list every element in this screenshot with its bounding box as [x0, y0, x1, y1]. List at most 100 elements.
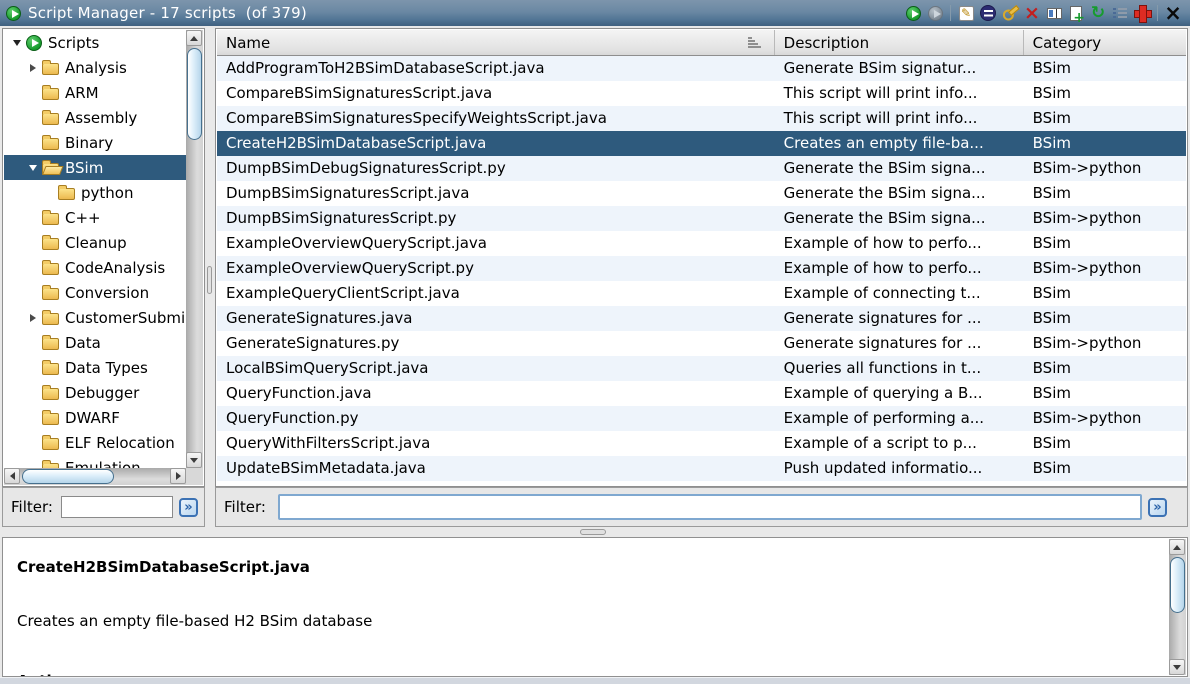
assign-key-binding-button[interactable]: [999, 2, 1021, 24]
column-label: Description: [784, 34, 869, 52]
table-row[interactable]: QueryFunction.py Example of performing a…: [217, 406, 1186, 431]
tree-item[interactable]: python: [4, 180, 186, 205]
cell-description: Creates an empty file-ba...: [775, 131, 1024, 156]
scroll-up-button[interactable]: [1169, 539, 1185, 555]
column-header-name[interactable]: Name: [217, 30, 775, 55]
detail-splitter[interactable]: [0, 527, 1190, 537]
tree-item[interactable]: ELF Relocation: [4, 430, 186, 455]
tree-item-label: Scripts: [48, 34, 99, 52]
close-window-button[interactable]: ×: [1162, 2, 1184, 24]
tree-item[interactable]: Scripts: [4, 30, 186, 55]
refresh-script-list-button[interactable]: ↻: [1087, 2, 1109, 24]
edit-in-eclipse-button[interactable]: [977, 2, 999, 24]
tree-item[interactable]: ARM: [4, 80, 186, 105]
tree-item[interactable]: Conversion: [4, 280, 186, 305]
tree-item-label: Conversion: [65, 284, 149, 302]
scrollbar-thumb[interactable]: [22, 469, 114, 484]
tree-item[interactable]: Emulation: [4, 455, 186, 468]
tree-filter-label: Filter:: [11, 498, 53, 516]
script-description-panel: CreateH2BSimDatabaseScript.java Creates …: [2, 537, 1188, 677]
table-row[interactable]: UpdateBSimMetadata.java Push updated inf…: [217, 456, 1186, 481]
detail-vertical-scrollbar[interactable]: [1169, 539, 1186, 675]
tree-item[interactable]: DWARF: [4, 405, 186, 430]
table-row[interactable]: ExampleQueryClientScript.java Example of…: [217, 281, 1186, 306]
splitter-handle[interactable]: [207, 266, 212, 294]
table-row[interactable]: LocalBSimQueryScript.java Queries all fu…: [217, 356, 1186, 381]
ghidra-api-help-button[interactable]: [1131, 2, 1153, 24]
tree-item[interactable]: Cleanup: [4, 230, 186, 255]
table-row[interactable]: AddProgramToH2BSimDatabaseScript.java Ge…: [217, 56, 1186, 81]
detail-script-name: CreateH2BSimDatabaseScript.java: [17, 558, 310, 576]
cell-description: Example of performing a...: [775, 406, 1024, 431]
tree-horizontal-scrollbar[interactable]: [4, 468, 186, 485]
table-row[interactable]: GenerateSignatures.py Generate signature…: [217, 331, 1186, 356]
table-row[interactable]: ExampleOverviewQueryScript.py Example of…: [217, 256, 1186, 281]
tree-item[interactable]: BSim: [4, 155, 186, 180]
tree-filter-bar: Filter: »: [2, 487, 205, 527]
column-header-category[interactable]: Category: [1024, 30, 1186, 55]
table-row[interactable]: CreateH2BSimDatabaseScript.java Creates …: [217, 131, 1186, 156]
scroll-down-button[interactable]: [186, 452, 202, 468]
cell-category: BSim: [1024, 381, 1186, 406]
tree-item[interactable]: Analysis: [4, 55, 186, 80]
folder-icon: [42, 413, 59, 425]
cell-category: BSim->python: [1024, 331, 1186, 356]
expand-arrow-icon[interactable]: [26, 314, 40, 322]
delete-script-button[interactable]: ×: [1021, 2, 1043, 24]
table-header: Name Description Category: [217, 30, 1186, 56]
cell-name: GenerateSignatures.py: [217, 331, 775, 356]
table-row[interactable]: DumpBSimSignaturesScript.java Generate t…: [217, 181, 1186, 206]
table-row[interactable]: QueryFunction.java Example of querying a…: [217, 381, 1186, 406]
column-header-description[interactable]: Description: [775, 30, 1024, 55]
new-script-button[interactable]: [1065, 2, 1087, 24]
table-row[interactable]: QueryWithFiltersScript.java Example of a…: [217, 431, 1186, 456]
cell-category: BSim: [1024, 231, 1186, 256]
tree-item-label: C++: [65, 209, 101, 227]
scroll-left-button[interactable]: [4, 468, 20, 484]
tree-item[interactable]: Debugger: [4, 380, 186, 405]
tree-filter-options-icon[interactable]: »: [179, 498, 198, 517]
detail-script-description: Creates an empty file-based H2 BSim data…: [17, 612, 372, 630]
scrollbar-thumb[interactable]: [1170, 557, 1185, 613]
cell-category: BSim: [1024, 81, 1186, 106]
folder-icon: [58, 188, 75, 200]
expand-arrow-icon[interactable]: [10, 40, 24, 46]
tree-item-label: DWARF: [65, 409, 120, 427]
table-row[interactable]: ExampleOverviewQueryScript.java Example …: [217, 231, 1186, 256]
tree-item-label: BSim: [65, 159, 103, 177]
cell-name: CompareBSimSignaturesScript.java: [217, 81, 775, 106]
tree-item[interactable]: Assembly: [4, 105, 186, 130]
scroll-up-button[interactable]: [186, 30, 202, 46]
splitter-handle[interactable]: [580, 529, 606, 535]
tree-table-splitter[interactable]: [205, 28, 215, 527]
table-filter-options-icon[interactable]: »: [1148, 498, 1167, 517]
tree-item[interactable]: Data: [4, 330, 186, 355]
run-script-button[interactable]: [902, 2, 924, 24]
expand-arrow-icon[interactable]: [26, 64, 40, 72]
edit-script-button[interactable]: ✎: [955, 2, 977, 24]
table-row[interactable]: DumpBSimDebugSignaturesScript.py Generat…: [217, 156, 1186, 181]
table-row[interactable]: CompareBSimSignaturesScript.java This sc…: [217, 81, 1186, 106]
tree-vertical-scrollbar[interactable]: [186, 30, 203, 468]
scroll-down-button[interactable]: [1169, 659, 1185, 675]
tree-item[interactable]: CustomerSubmission: [4, 305, 186, 330]
rename-script-button[interactable]: [1043, 2, 1065, 24]
table-row[interactable]: GenerateSignatures.java Generate signatu…: [217, 306, 1186, 331]
table-row[interactable]: CompareBSimSignaturesSpecifyWeightsScrip…: [217, 106, 1186, 131]
table-row[interactable]: DumpBSimSignaturesScript.py Generate the…: [217, 206, 1186, 231]
cell-description: Example of connecting t...: [775, 281, 1024, 306]
scroll-right-button[interactable]: [170, 468, 186, 484]
tree-item[interactable]: C++: [4, 205, 186, 230]
cell-description: Queries all functions in t...: [775, 356, 1024, 381]
scrollbar-thumb[interactable]: [187, 48, 202, 140]
table-filter-input[interactable]: [278, 494, 1142, 520]
tree-filter-input[interactable]: [61, 496, 173, 518]
script-directories-button[interactable]: [1109, 2, 1131, 24]
tree-item[interactable]: CodeAnalysis: [4, 255, 186, 280]
delete-icon: ×: [1024, 4, 1040, 22]
run-last-script-button[interactable]: [924, 2, 946, 24]
expand-arrow-icon[interactable]: [26, 165, 40, 171]
tree-item[interactable]: Data Types: [4, 355, 186, 380]
cell-name: CompareBSimSignaturesSpecifyWeightsScrip…: [217, 106, 775, 131]
tree-item[interactable]: Binary: [4, 130, 186, 155]
